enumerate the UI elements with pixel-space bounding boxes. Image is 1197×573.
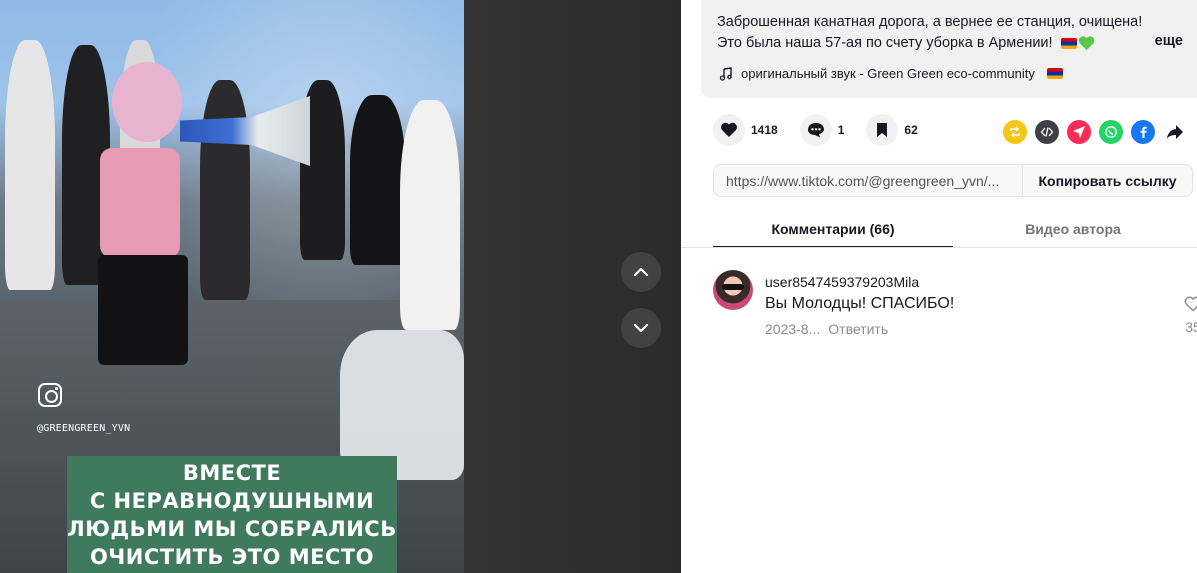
comment-username[interactable]: user8547459379203Mila xyxy=(765,274,919,290)
avatar[interactable] xyxy=(713,270,753,310)
avatar-glasses xyxy=(722,284,744,290)
comment-count: 1 xyxy=(837,123,845,137)
share-link-box: https://www.tiktok.com/@greengreen_yvn/.… xyxy=(713,164,1193,197)
video-frame[interactable]: @GREENGREEN_YVN ВМЕСТЕ С НЕРАВНОДУШНЫМИ … xyxy=(0,0,464,573)
action-bar: 1418 1 62 xyxy=(713,114,940,146)
description-card: Заброшенная канатная дорога, а вернее ее… xyxy=(701,0,1197,98)
heart-icon xyxy=(721,122,737,137)
comment-date: 2023-8... xyxy=(765,321,821,337)
comment-bubble-icon xyxy=(807,123,824,138)
like-icon-wrap xyxy=(713,114,745,146)
comment-like-count: 35 xyxy=(1185,319,1197,335)
repost-arrows-icon xyxy=(1010,126,1020,138)
video-person xyxy=(200,80,250,300)
video-description: Заброшенная канатная дорога, а вернее ее… xyxy=(717,12,1157,54)
facebook-icon[interactable] xyxy=(1131,120,1155,144)
speaker-hair xyxy=(112,62,182,142)
code-brackets-icon xyxy=(1040,127,1054,137)
comment-text: Вы Молодцы! СПАСИБО! xyxy=(765,295,955,312)
video-person xyxy=(350,95,405,265)
instagram-icon xyxy=(38,383,62,407)
copy-link-button[interactable]: Копировать ссылку xyxy=(1022,165,1192,196)
video-watermark-handle: @GREENGREEN_YVN xyxy=(37,423,131,434)
save-button[interactable]: 62 xyxy=(866,114,918,146)
armenia-flag-icon xyxy=(1046,68,1063,79)
tabs-divider xyxy=(681,247,1197,248)
repost-icon[interactable] xyxy=(1003,120,1027,144)
next-video-button[interactable] xyxy=(621,308,661,348)
embed-icon[interactable] xyxy=(1035,120,1059,144)
details-panel: Заброшенная канатная дорога, а вернее ее… xyxy=(681,0,1197,573)
tab-author-videos[interactable]: Видео автора xyxy=(953,212,1193,248)
comment-like-button[interactable]: 35 xyxy=(1182,296,1197,335)
video-caption-text: ВМЕСТЕ С НЕРАВНОДУШНЫМИ ЛЮДЬМИ МЫ СОБРАЛ… xyxy=(67,460,397,569)
sound-link[interactable]: оригинальный звук - Green Green eco-comm… xyxy=(719,66,1063,81)
share-arrow-icon[interactable] xyxy=(1163,120,1187,144)
heart-outline-icon xyxy=(1184,296,1197,312)
facebook-f-icon xyxy=(1140,126,1147,138)
comment-button[interactable]: 1 xyxy=(799,114,845,146)
paper-plane-icon xyxy=(1073,126,1085,138)
description-line-2: Это была наша 57-ая по счету уборка в Ар… xyxy=(717,35,1053,51)
tiktok-video-page: @GREENGREEN_YVN ВМЕСТЕ С НЕРАВНОДУШНЫМИ … xyxy=(0,0,1197,573)
reply-button[interactable]: Ответить xyxy=(828,321,888,337)
like-button[interactable]: 1418 xyxy=(713,114,778,146)
green-heart-icon xyxy=(1079,36,1095,50)
speaker-shorts xyxy=(98,255,188,365)
music-note-icon xyxy=(719,66,732,81)
sound-label: оригинальный звук - Green Green eco-comm… xyxy=(741,66,1035,81)
share-buttons xyxy=(1003,120,1187,144)
video-url[interactable]: https://www.tiktok.com/@greengreen_yvn/.… xyxy=(714,173,1022,189)
chevron-down-icon xyxy=(633,323,649,333)
video-player[interactable]: @GREENGREEN_YVN ВМЕСТЕ С НЕРАВНОДУШНЫМИ … xyxy=(0,0,681,573)
save-count: 62 xyxy=(904,123,918,137)
forward-arrow-icon xyxy=(1167,125,1183,139)
armenia-flag-icon xyxy=(1060,37,1077,49)
speaker-top xyxy=(100,148,180,258)
send-icon[interactable] xyxy=(1067,120,1091,144)
whatsapp-icon[interactable] xyxy=(1099,120,1123,144)
bookmark-icon xyxy=(877,123,888,137)
whatsapp-phone-icon xyxy=(1105,126,1117,138)
more-button[interactable]: еще xyxy=(1155,33,1183,49)
previous-video-button[interactable] xyxy=(621,252,661,292)
video-person xyxy=(5,40,55,290)
video-person xyxy=(400,100,460,330)
panel-tabs: Комментарии (66) Видео автора xyxy=(713,212,1193,248)
save-icon-wrap xyxy=(866,114,899,146)
tab-comments[interactable]: Комментарии (66) xyxy=(713,212,953,248)
description-line-1: Заброшенная канатная дорога, а вернее ее… xyxy=(717,14,1143,30)
comment-meta: 2023-8... Ответить xyxy=(765,321,888,337)
chevron-up-icon xyxy=(633,267,649,277)
video-caption-box: ВМЕСТЕ С НЕРАВНОДУШНЫМИ ЛЮДЬМИ МЫ СОБРАЛ… xyxy=(67,456,397,573)
comment-icon-wrap xyxy=(799,114,832,146)
like-count: 1418 xyxy=(751,123,778,137)
